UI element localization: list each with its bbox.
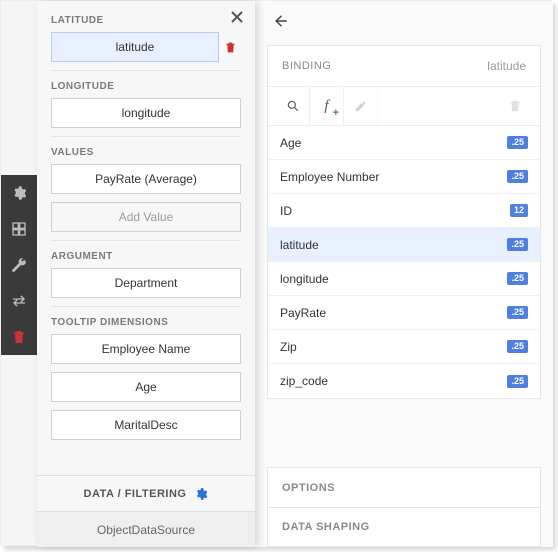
- section-label-latitude: LATITUDE: [51, 11, 241, 26]
- data-filtering-button[interactable]: DATA / FILTERING: [37, 475, 255, 511]
- field-type-badge: 12: [510, 204, 528, 217]
- field-type-badge: .25: [507, 340, 528, 353]
- tooltip-pill-2-text: Age: [135, 380, 156, 394]
- field-row[interactable]: PayRate.25: [268, 296, 540, 330]
- values-pill-text: PayRate (Average): [95, 172, 197, 186]
- field-name: PayRate: [280, 306, 507, 320]
- field-name: Zip: [280, 340, 507, 354]
- field-type-badge: .25: [507, 170, 528, 183]
- data-shaping-section[interactable]: DATA SHAPING: [267, 507, 541, 547]
- tooltip-pill-1[interactable]: Employee Name: [51, 334, 241, 364]
- binding-card: BINDING latitude f+ Age.25Employee Numbe…: [267, 45, 541, 399]
- tooltip-pill-2[interactable]: Age: [51, 372, 241, 402]
- section-label-argument: ARGUMENT: [51, 240, 241, 262]
- field-row[interactable]: longitude.25: [268, 262, 540, 296]
- field-delete-icon: [498, 87, 532, 125]
- fx-add-icon[interactable]: f+: [310, 87, 344, 125]
- field-row[interactable]: latitude.25: [268, 228, 540, 262]
- field-type-badge: .25: [507, 136, 528, 149]
- tooltip-pill-1-text: Employee Name: [102, 342, 191, 356]
- data-shaping-label: DATA SHAPING: [282, 521, 370, 533]
- layout-icon[interactable]: [1, 211, 37, 247]
- section-label-tooltip: TOOLTIP DIMENSIONS: [51, 306, 241, 328]
- binding-panel: BINDING latitude f+ Age.25Employee Numbe…: [255, 1, 553, 547]
- field-type-badge: .25: [507, 306, 528, 319]
- binding-label: BINDING: [282, 60, 331, 72]
- values-pill[interactable]: PayRate (Average): [51, 164, 241, 194]
- back-icon[interactable]: [271, 12, 289, 35]
- datasource-button[interactable]: ObjectDataSource: [37, 511, 255, 547]
- section-label-values: VALUES: [51, 136, 241, 158]
- binding-value: latitude: [487, 59, 526, 73]
- edit-icon: [344, 87, 378, 125]
- gear-small-icon: [194, 487, 208, 501]
- data-filtering-label: DATA / FILTERING: [84, 488, 187, 500]
- field-row[interactable]: zip_code.25: [268, 364, 540, 398]
- datasource-label: ObjectDataSource: [97, 523, 195, 537]
- field-name: Employee Number: [280, 170, 507, 184]
- field-name: longitude: [280, 272, 507, 286]
- add-value-text: Add Value: [119, 210, 174, 224]
- latitude-pill[interactable]: latitude: [51, 32, 219, 62]
- options-label: OPTIONS: [282, 482, 335, 494]
- longitude-pill-text: longitude: [122, 106, 171, 120]
- delete-icon[interactable]: [1, 319, 37, 355]
- field-row[interactable]: Age.25: [268, 126, 540, 160]
- field-name: latitude: [280, 238, 507, 252]
- search-icon[interactable]: [276, 87, 310, 125]
- field-row[interactable]: ID12: [268, 194, 540, 228]
- latitude-remove-icon[interactable]: [219, 41, 241, 54]
- latitude-pill-text: latitude: [116, 40, 155, 54]
- field-name: zip_code: [280, 374, 507, 388]
- argument-pill[interactable]: Department: [51, 268, 241, 298]
- wrench-icon[interactable]: [1, 247, 37, 283]
- longitude-pill[interactable]: longitude: [51, 98, 241, 128]
- field-type-badge: .25: [507, 238, 528, 251]
- config-panel: LATITUDE latitude LONGITUDE longitude VA…: [37, 1, 255, 547]
- gear-icon[interactable]: [1, 175, 37, 211]
- field-row[interactable]: Employee Number.25: [268, 160, 540, 194]
- field-list: Age.25Employee Number.25ID12latitude.25l…: [268, 126, 540, 398]
- field-name: ID: [280, 204, 510, 218]
- field-name: Age: [280, 136, 507, 150]
- field-type-badge: .25: [507, 272, 528, 285]
- convert-icon[interactable]: [1, 283, 37, 319]
- tool-sidebar: [1, 175, 37, 355]
- tooltip-pill-3[interactable]: MaritalDesc: [51, 410, 241, 440]
- tooltip-pill-3-text: MaritalDesc: [114, 418, 177, 432]
- section-label-longitude: LONGITUDE: [51, 70, 241, 92]
- add-value-button[interactable]: Add Value: [51, 202, 241, 232]
- options-section[interactable]: OPTIONS: [267, 467, 541, 507]
- argument-pill-text: Department: [115, 276, 178, 290]
- close-icon[interactable]: [229, 9, 245, 30]
- field-row[interactable]: Zip.25: [268, 330, 540, 364]
- field-type-badge: .25: [507, 375, 528, 388]
